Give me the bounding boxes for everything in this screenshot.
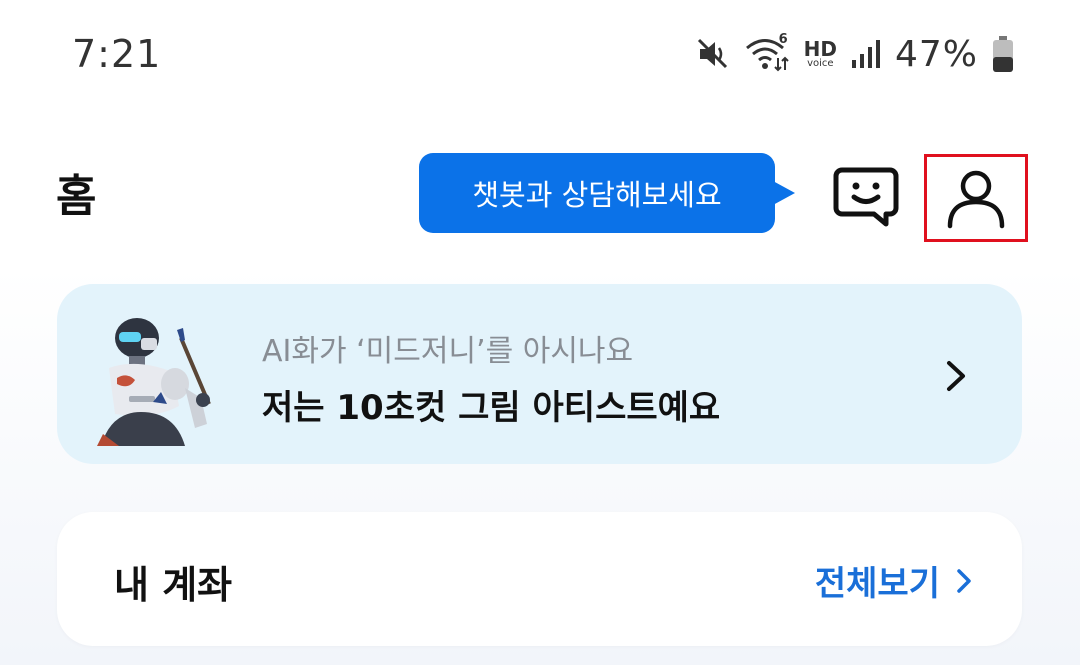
promo-banner[interactable]: AI화가 ‘미드저니’를 아시나요 저는 10초컷 그림 아티스트예요 [57, 284, 1022, 464]
voice-label: voice [807, 58, 834, 69]
profile-icon [947, 170, 1005, 229]
promo-subtitle: AI화가 ‘미드저니’를 아시나요 [262, 334, 634, 369]
chatbot-tooltip[interactable]: 챗봇과 상담해보세요 [419, 153, 795, 233]
page-title: 홈 [56, 171, 97, 222]
profile-button[interactable] [924, 154, 1028, 242]
battery-icon [992, 35, 1014, 73]
status-icons: 6 HD voice 47% [696, 32, 1014, 75]
wifi-6-label: 6 [778, 32, 788, 47]
chatbot-tooltip-text: 챗봇과 상담해보세요 [472, 178, 722, 212]
view-all-label: 전체보기 [814, 564, 940, 604]
status-bar: 7:21 6 HD voice 47% [0, 0, 1080, 110]
mute-icon [696, 37, 730, 71]
view-all-button[interactable]: 전체보기 [815, 556, 972, 605]
chatbot-button[interactable] [830, 164, 902, 228]
robot-artist-illustration [89, 308, 229, 448]
promo-title: 저는 10초컷 그림 아티스트예요 [262, 388, 721, 428]
signal-icon [851, 38, 881, 70]
hd-label: HD [803, 37, 837, 61]
chatbot-icon [833, 167, 899, 227]
wifi-icon: 6 [744, 32, 790, 72]
hd-voice-icon: HD voice [804, 39, 837, 69]
account-card: 내 계좌 전체보기 [57, 512, 1022, 646]
battery-percent: 47% [894, 33, 978, 75]
status-time: 7:21 [72, 32, 162, 76]
account-title: 내 계좌 [114, 563, 233, 607]
chevron-right-icon [957, 568, 971, 593]
chevron-right-icon [947, 361, 965, 391]
